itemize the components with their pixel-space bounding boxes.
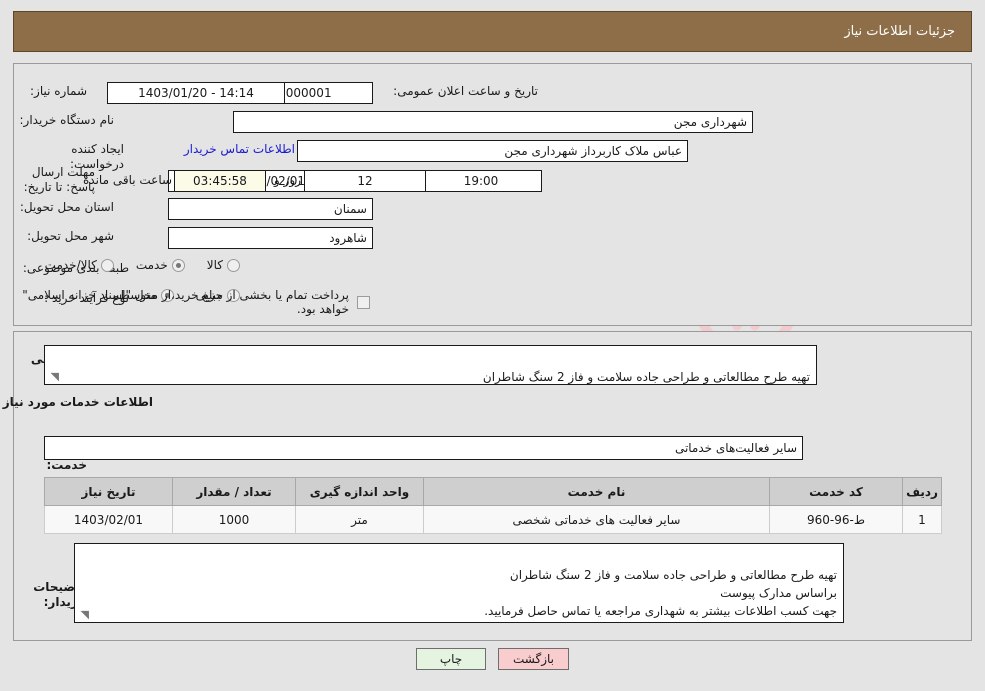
public-announce-label: تاریخ و ساعت اعلان عمومی: [393, 84, 538, 98]
category-radio-group[interactable]: کالا خدمت کالا/خدمت [23, 258, 240, 272]
requester-value: عباس ملاک کاربرداز شهرداری مجن [297, 140, 688, 162]
need-number-label: شماره نیاز: [30, 84, 87, 98]
days-remaining-value: 12 [304, 170, 426, 192]
general-desc-value: تهیه طرح مطالعاتی و طراحی جاده سلامت و ف… [482, 370, 810, 384]
category-radio-0[interactable] [227, 258, 240, 272]
table-row: 1 ط-96-960 سایر فعالیت های خدماتی شخصی متر 1… [44, 505, 942, 534]
category-radio-2[interactable] [100, 258, 114, 272]
category-radio-label-0: کالا [206, 258, 223, 272]
buyer-org-value: شهرداری مجن [233, 111, 753, 133]
service-group-value: سایر فعالیت‌های خدماتی [44, 436, 803, 460]
print-button[interactable]: چاپ [416, 648, 486, 670]
category-option-0[interactable]: کالا [207, 258, 240, 272]
resize-grip-icon-2[interactable]: ◥ [77, 609, 89, 621]
province-label: استان محل تحویل: [19, 200, 114, 214]
category-option-1[interactable]: خدمت [136, 258, 185, 272]
services-table: ردیف کد خدمت نام خدمت واحد اندازه گیری تعداد… [44, 477, 942, 534]
category-radio-label-1: خدمت [135, 258, 168, 272]
deadline-hour-value: 19:00 [420, 170, 542, 192]
buyer-contact-link[interactable]: اطلاعات تماس خریدار [178, 142, 295, 156]
days-remaining-suffix: روز و [274, 173, 301, 187]
table-col-header-1: کد خدمت [769, 477, 903, 506]
table-col-header-2: نام خدمت [423, 477, 770, 506]
buyer-notes-textarea[interactable]: تهیه طرح مطالعاتی و طراحی جاده سلامت و ف… [74, 543, 844, 623]
category-radio-label-2: کالا/خدمت [44, 258, 97, 272]
page-title: جزئیات اطلاعات نیاز [844, 24, 955, 39]
table-col-header-3: واحد اندازه گیری [295, 477, 424, 506]
action-button-row: بازگشت چاپ [0, 648, 985, 670]
table-cell-2: سایر فعالیت های خدماتی شخصی [423, 505, 770, 534]
table-col-header-0: ردیف [902, 477, 942, 506]
table-col-header-5: تاریخ نیاز [44, 477, 173, 506]
resize-grip-icon[interactable]: ◥ [47, 371, 59, 383]
table-cell-3: متر [295, 505, 424, 534]
page-header: جزئیات اطلاعات نیاز [13, 11, 972, 52]
category-option-2[interactable]: کالا/خدمت [45, 258, 114, 272]
table-header-row: ردیف کد خدمت نام خدمت واحد اندازه گیری تعداد… [44, 477, 942, 506]
treasury-note-label: پرداخت تمام یا بخشی از مبلغ خرید،از محل … [22, 288, 349, 316]
buyer-org-label: نام دستگاه خریدار: [19, 113, 115, 127]
back-button[interactable]: بازگشت [498, 648, 569, 670]
city-value: شاهرود [168, 227, 373, 249]
public-announce-value: 14:14 - 1403/01/20 [107, 82, 285, 104]
table-col-header-4: تعداد / مقدار [172, 477, 296, 506]
table-cell-1: ط-96-960 [769, 505, 903, 534]
table-cell-4: 1000 [172, 505, 296, 534]
time-remaining-value: 03:45:58 [174, 170, 266, 192]
services-section-heading: اطلاعات خدمات مورد نیاز [2, 395, 153, 409]
table-cell-0: 1 [902, 505, 942, 534]
time-remaining-suffix: ساعت باقی مانده [83, 173, 173, 187]
buyer-notes-value: تهیه طرح مطالعاتی و طراحی جاده سلامت و ف… [484, 568, 837, 618]
province-value: سمنان [168, 198, 373, 220]
table-cell-5: 1403/02/01 [44, 505, 173, 534]
category-radio-1[interactable] [171, 258, 185, 272]
treasury-note-checkbox[interactable] [357, 295, 370, 309]
city-label: شهر محل تحویل: [27, 229, 114, 243]
general-desc-textarea[interactable]: تهیه طرح مطالعاتی و طراحی جاده سلامت و ف… [44, 345, 817, 385]
treasury-note-row[interactable]: پرداخت تمام یا بخشی از مبلغ خرید،از محل … [0, 288, 370, 316]
